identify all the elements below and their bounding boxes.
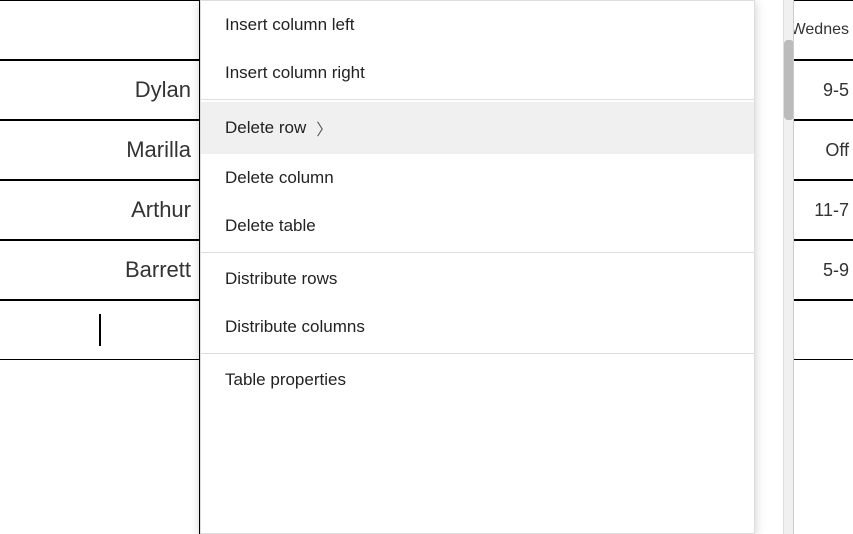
menu-divider — [201, 99, 754, 100]
table-row: Arthur — [0, 180, 199, 240]
cell-name: Barrett — [125, 257, 191, 283]
table-row-cursor — [0, 300, 199, 360]
right-cell: Off — [794, 120, 853, 180]
cursor-icon: 〉 — [316, 116, 332, 140]
cell-name: Dylan — [135, 77, 191, 103]
right-cell: 9-5 — [794, 60, 853, 120]
menu-item-insert-col-left[interactable]: Insert column left — [201, 1, 754, 49]
right-col-header: Wednes — [794, 0, 853, 60]
menu-item-delete-row[interactable]: Delete row 〉 — [201, 102, 754, 154]
menu-item-table-properties[interactable]: Table properties — [201, 356, 754, 404]
right-cell — [794, 300, 853, 360]
menu-item-label: Distribute columns — [225, 317, 365, 337]
right-cell: 5-9 — [794, 240, 853, 300]
menu-item-delete-column[interactable]: Delete column — [201, 154, 754, 202]
menu-item-label: Insert column left — [225, 15, 354, 35]
table-row: Barrett — [0, 240, 199, 300]
menu-item-distribute-columns[interactable]: Distribute columns — [201, 303, 754, 351]
menu-item-label: Table properties — [225, 370, 346, 390]
right-cell: 11-7 — [794, 180, 853, 240]
cell-value: 11-7 — [814, 200, 849, 221]
table-row — [0, 0, 199, 60]
table-left: Dylan Marilla Arthur Barrett — [0, 0, 200, 534]
cell-value: 9-5 — [823, 80, 849, 101]
context-menu: Insert column left Insert column right D… — [200, 0, 755, 534]
menu-item-label: Delete row — [225, 118, 306, 138]
menu-item-distribute-rows[interactable]: Distribute rows — [201, 255, 754, 303]
menu-item-label: Delete table — [225, 216, 316, 236]
table-row: Marilla — [0, 120, 199, 180]
col-header-label: Wednes — [794, 21, 849, 39]
menu-divider — [201, 353, 754, 354]
cell-value: Off — [825, 140, 849, 161]
table-row: Dylan — [0, 60, 199, 120]
menu-item-insert-col-right[interactable]: Insert column right — [201, 49, 754, 97]
menu-item-label: Delete column — [225, 168, 334, 188]
cell-name: Arthur — [131, 197, 191, 223]
menu-divider — [201, 252, 754, 253]
scrollbar-track — [783, 0, 793, 534]
menu-item-label: Insert column right — [225, 63, 365, 83]
menu-item-label: Distribute rows — [225, 269, 337, 289]
menu-item-delete-table[interactable]: Delete table — [201, 202, 754, 250]
cell-value: 5-9 — [823, 260, 849, 281]
table-right-col: Wednes 9-5 Off 11-7 5-9 — [793, 0, 853, 534]
cell-name: Marilla — [126, 137, 191, 163]
text-cursor — [99, 314, 101, 346]
